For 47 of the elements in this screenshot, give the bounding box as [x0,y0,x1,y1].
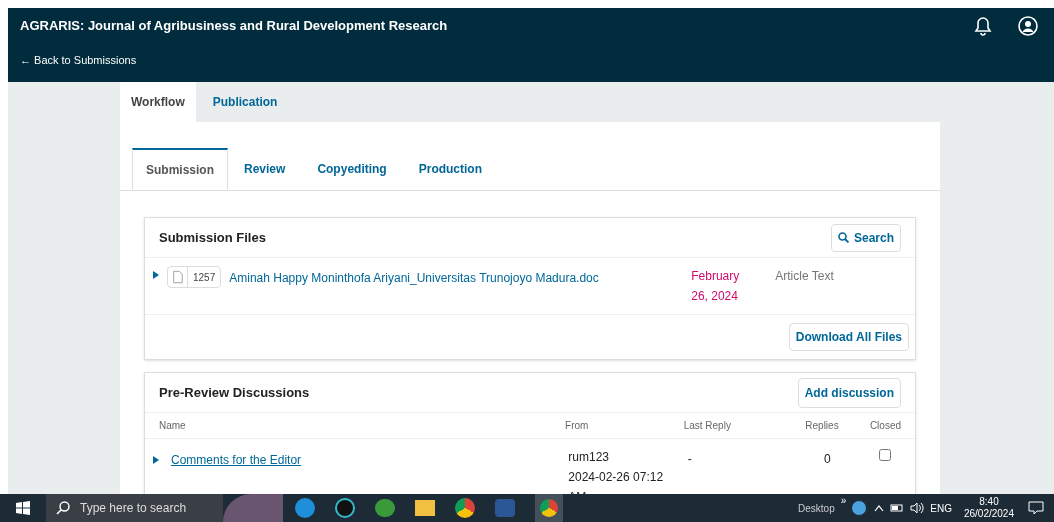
speaker-icon[interactable] [910,502,925,514]
column-header: Name [159,419,187,433]
battery-icon[interactable] [890,504,905,512]
column-header: Last Reply [683,419,732,433]
search-icon [56,501,70,515]
clock-date[interactable]: 26/02/2024 [963,508,1014,520]
panel-title: Pre-Review Discussions [159,383,310,402]
closed-checkbox[interactable] [879,449,891,461]
expand-triangle-icon[interactable] [153,456,159,464]
panel-title: Submission Files [159,228,266,247]
notifications-icon[interactable] [1028,501,1044,515]
download-all-files-button[interactable]: Download All Files [788,323,909,351]
file-date: February 26, 2024 [691,268,741,305]
windows-start-icon[interactable] [16,501,30,515]
journal-title: AGRARIS: Journal of Agribusiness and Rural Development Research [20,17,449,36]
toolbar-expand-chevrons[interactable]: » [840,492,847,508]
stage-tab[interactable]: Review [228,148,302,190]
from-user: rum123 [568,449,610,466]
expand-triangle-icon[interactable] [153,271,159,279]
back-link[interactable]: ← Back to Submissions [8,52,149,69]
column-header: Closed [868,419,901,433]
column-header: Replies [804,419,840,433]
last-reply: - [687,451,693,468]
add-discussion-button[interactable]: Add discussion [797,377,901,408]
file-link[interactable]: Aminah Happy Moninthofa Ariyani_Universitas Trunojoyo Madura.doc [229,266,684,287]
main-tab[interactable]: Publication [195,82,295,122]
search-placeholder: Type here to search [80,500,187,517]
clock-time[interactable]: 8:40 [979,496,999,508]
notification-bell-icon[interactable] [974,16,992,36]
taskbar-search-field[interactable]: Type here to search [46,494,223,522]
replies-count: 0 [822,451,832,468]
file-type: Article Text [775,268,834,285]
search-button[interactable]: Search [830,223,901,252]
desktop-label[interactable]: Desktop [798,500,835,516]
language-indicator[interactable]: ENG [930,500,952,516]
user-avatar-icon[interactable] [1018,16,1038,36]
stage-tab[interactable]: Copyediting [301,148,403,190]
discussion-link[interactable]: Comments for the Editor [171,451,302,469]
active-taskbar-button[interactable] [535,494,563,522]
search-banner-drawing [223,494,283,522]
file-id-badge: 1257 [167,266,222,288]
search-icon [837,232,849,243]
stage-tab[interactable]: Submission [132,148,228,190]
column-header: From [565,419,590,433]
main-tab[interactable]: Workflow [120,82,196,122]
stage-tab[interactable]: Production [402,148,499,190]
caret-up-icon[interactable] [874,504,885,512]
